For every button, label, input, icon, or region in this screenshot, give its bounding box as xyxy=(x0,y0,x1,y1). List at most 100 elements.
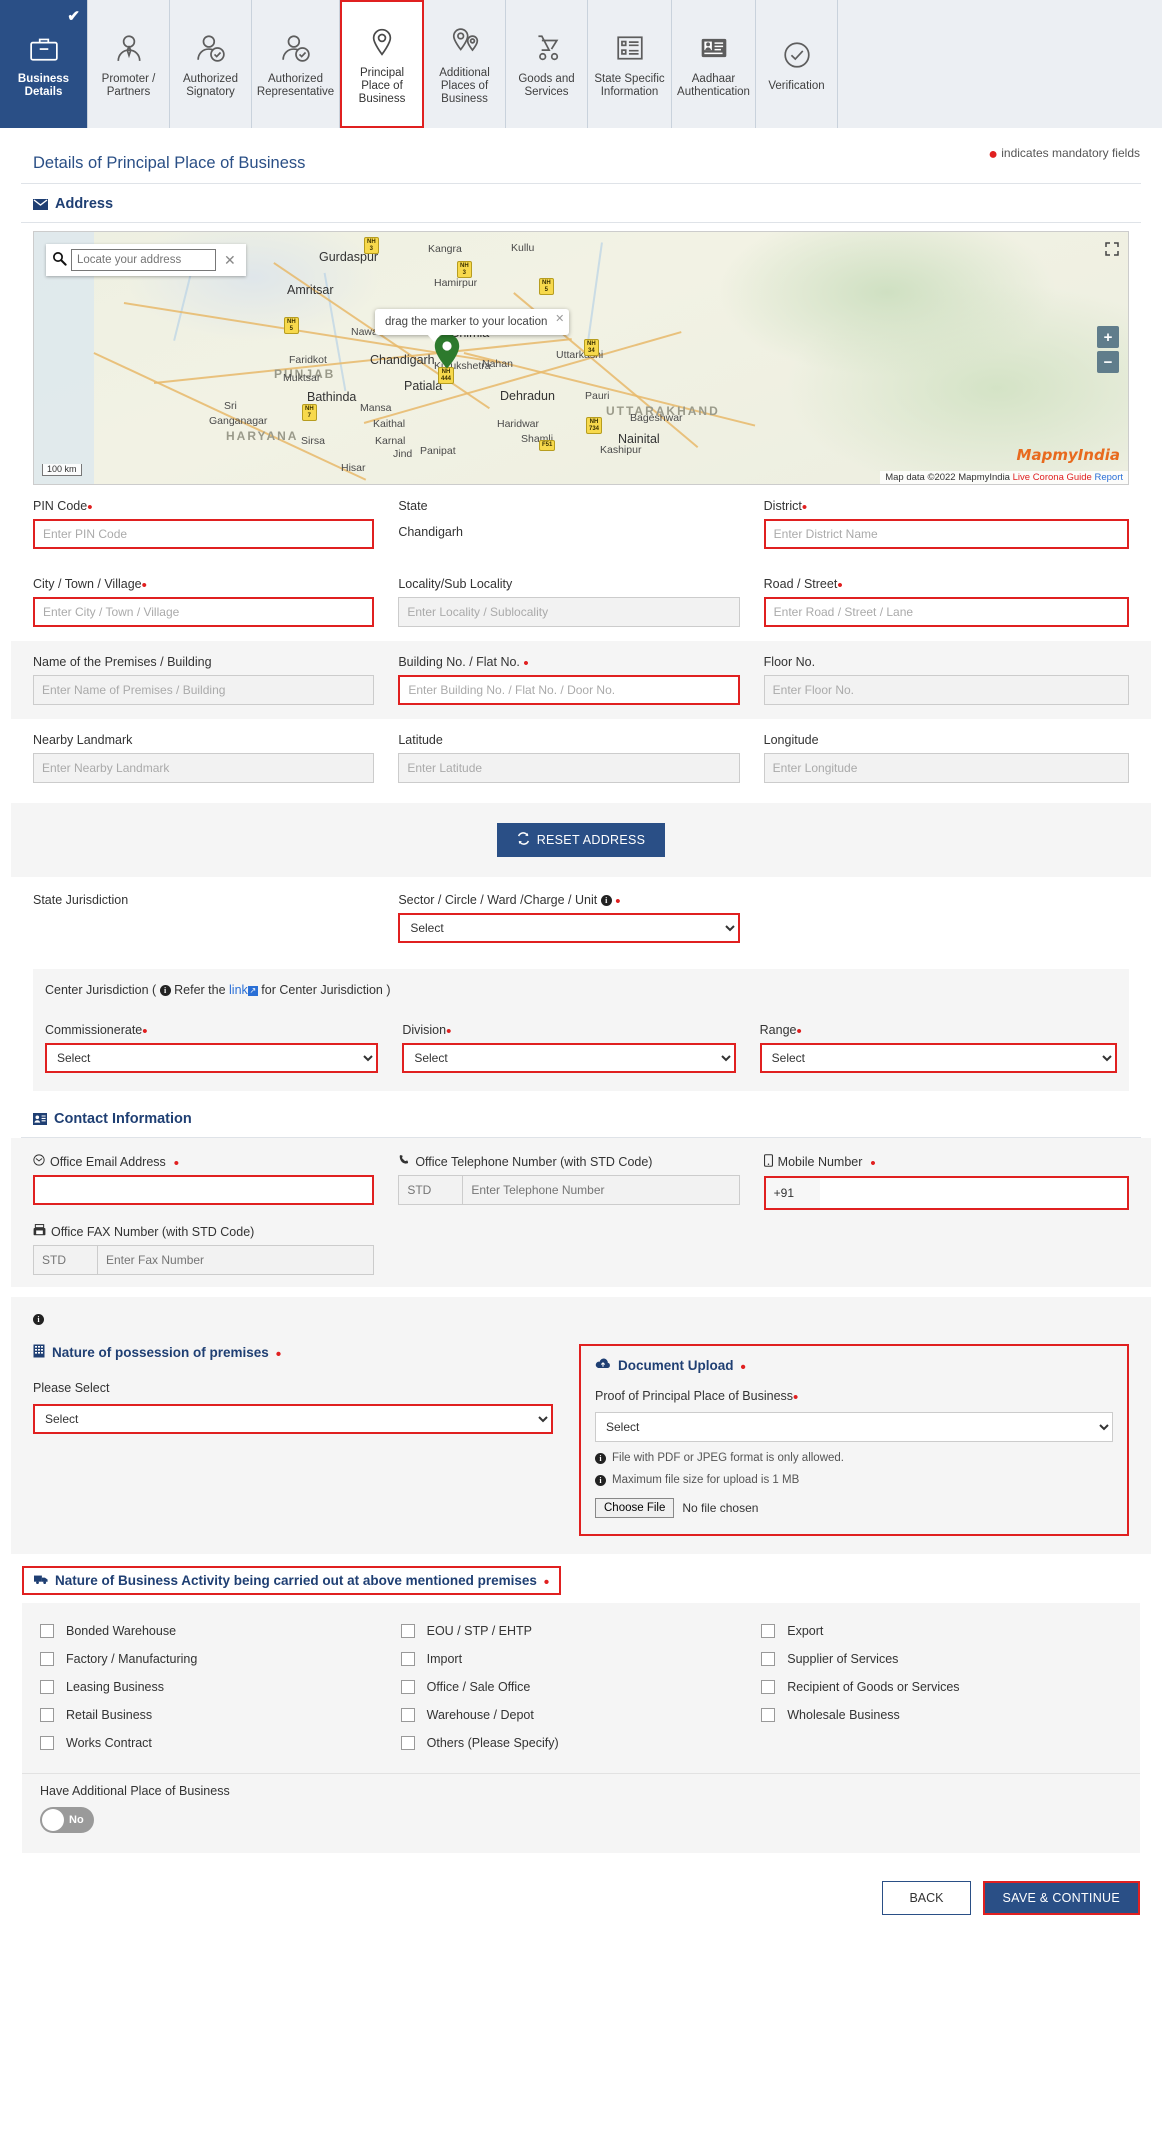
office-email-input[interactable] xyxy=(33,1175,375,1205)
activity-checkbox-item[interactable]: Import xyxy=(400,1645,762,1673)
report-link[interactable]: Report xyxy=(1094,472,1123,483)
checkbox[interactable] xyxy=(761,1680,776,1694)
fullscreen-icon[interactable] xyxy=(1105,242,1119,260)
tab-principal-place-of-business[interactable]: Principal Place of Business xyxy=(340,0,424,128)
checkbox[interactable] xyxy=(40,1708,54,1722)
checkbox[interactable] xyxy=(400,1624,415,1638)
telephone-number-input[interactable] xyxy=(462,1175,740,1205)
tab-aadhaar-authentication[interactable]: Aadhaar Authentication xyxy=(672,0,756,128)
upload-format-note: i File with PDF or JPEG format is only a… xyxy=(595,1452,1113,1464)
division-select[interactable]: Select xyxy=(402,1043,736,1073)
tab-additional-places-of-business[interactable]: Additional Places of Business xyxy=(424,0,506,128)
district-input[interactable] xyxy=(763,519,1129,549)
choose-file-button[interactable]: Choose File xyxy=(595,1498,675,1518)
activity-checkbox-item[interactable]: EOU / STP / EHTP xyxy=(400,1617,762,1645)
activity-checkbox-item[interactable]: Wholesale Business xyxy=(761,1701,1122,1729)
latitude-input[interactable] xyxy=(398,753,740,783)
sector-select[interactable]: Select xyxy=(398,913,740,943)
activity-checkbox-item[interactable]: Retail Business xyxy=(40,1701,401,1729)
checkbox[interactable] xyxy=(400,1652,415,1666)
commissionerate-select[interactable]: Select xyxy=(45,1043,379,1073)
tab-authorized-signatory[interactable]: Authorized Signatory xyxy=(170,0,252,128)
office-fax-input-group[interactable] xyxy=(33,1245,375,1275)
locality-input[interactable] xyxy=(398,597,740,627)
activity-checkbox-item[interactable]: Export xyxy=(761,1617,1122,1645)
tab-state-specific-information[interactable]: State Specific Information xyxy=(588,0,672,128)
contact-row-1: Office Email Address • Office Telephone N… xyxy=(33,1154,1129,1210)
highway-shield-icon: NH 5 xyxy=(539,278,554,295)
range-select[interactable]: Select xyxy=(759,1043,1117,1073)
checkbox[interactable] xyxy=(400,1680,415,1694)
office-telephone-input-group[interactable] xyxy=(398,1175,740,1205)
possession-select[interactable]: Select xyxy=(33,1404,553,1434)
activity-checkbox-item[interactable]: Works Contract xyxy=(40,1729,401,1757)
activity-checkbox-item[interactable]: Others (Please Specify) xyxy=(400,1729,762,1757)
premises-input[interactable] xyxy=(33,675,375,705)
live-corona-guide-link[interactable]: Live Corona Guide xyxy=(1013,472,1092,483)
mobile-input-group[interactable]: +91 xyxy=(763,1176,1129,1210)
activity-label: Export xyxy=(787,1624,824,1638)
map-zoom-in-button[interactable]: + xyxy=(1097,326,1119,348)
tab-promoter-partners[interactable]: Promoter / Partners xyxy=(88,0,170,128)
landmark-input[interactable] xyxy=(33,753,375,783)
checkbox[interactable] xyxy=(400,1736,415,1750)
map-state-label: HARYANA xyxy=(226,429,299,443)
info-icon[interactable]: i xyxy=(33,1314,44,1325)
briefcase-icon xyxy=(29,25,59,71)
checkbox[interactable] xyxy=(40,1624,54,1638)
reset-address-button[interactable]: RESET ADDRESS xyxy=(496,823,666,857)
building-no-input[interactable] xyxy=(398,675,740,705)
checkbox[interactable] xyxy=(40,1736,54,1750)
mobile-number-input[interactable] xyxy=(819,1178,1127,1208)
pin-code-input[interactable] xyxy=(33,519,375,549)
save-and-continue-button[interactable]: SAVE & CONTINUE xyxy=(982,1881,1140,1915)
map-address-search[interactable]: ✕ xyxy=(46,244,246,276)
check-circle-icon xyxy=(782,32,812,78)
fax-number-input[interactable] xyxy=(97,1245,375,1275)
activity-label: Wholesale Business xyxy=(787,1708,900,1722)
map-zoom-controls[interactable]: + − xyxy=(1097,326,1119,376)
activity-checkbox-item[interactable]: Supplier of Services xyxy=(761,1645,1122,1673)
city-input[interactable] xyxy=(33,597,375,627)
additional-place-toggle[interactable]: No xyxy=(40,1807,94,1833)
fax-spacer-2 xyxy=(764,1224,1129,1275)
telephone-std-input[interactable] xyxy=(398,1175,463,1205)
tab-goods-and-services[interactable]: Goods and Services xyxy=(506,0,588,128)
activity-checkbox-item[interactable]: Bonded Warehouse xyxy=(40,1617,401,1645)
map-zoom-out-button[interactable]: − xyxy=(1097,351,1119,373)
proof-select[interactable]: Select xyxy=(595,1412,1113,1442)
possession-sub-label: Please Select xyxy=(33,1381,110,1395)
activity-checkbox-item[interactable]: Office / Sale Office xyxy=(400,1673,762,1701)
checkbox[interactable] xyxy=(40,1680,54,1694)
floor-no-input[interactable] xyxy=(763,675,1129,705)
activity-checkbox-item[interactable]: Recipient of Goods or Services xyxy=(761,1673,1122,1701)
activity-label: EOU / STP / EHTP xyxy=(426,1624,532,1638)
fax-std-input[interactable] xyxy=(33,1245,97,1275)
office-email-label: Office Email Address • xyxy=(33,1154,179,1171)
office-fax-label: Office FAX Number (with STD Code) xyxy=(33,1224,254,1239)
tab-authorized-representative[interactable]: Authorized Representative xyxy=(252,0,340,128)
tab-business-details[interactable]: ✔ Business Details xyxy=(0,0,88,128)
checkbox[interactable] xyxy=(761,1652,776,1666)
info-icon[interactable]: i xyxy=(600,895,612,906)
activity-checkbox-item[interactable]: Warehouse / Depot xyxy=(400,1701,762,1729)
map-search-input[interactable] xyxy=(71,249,216,271)
info-icon[interactable]: i xyxy=(159,985,171,996)
clear-search-icon[interactable]: ✕ xyxy=(220,252,240,269)
center-jurisdiction-link[interactable]: link xyxy=(229,983,248,997)
checkbox[interactable] xyxy=(761,1624,776,1638)
division-group: Division• Select xyxy=(402,1023,759,1073)
back-button[interactable]: BACK xyxy=(882,1881,971,1915)
close-tooltip-icon[interactable]: ✕ xyxy=(555,312,564,325)
location-map[interactable]: PUNJAB HARYANA UTTARAKHAND Gurdaspur Kan… xyxy=(33,231,1129,485)
city-group: City / Town / Village• xyxy=(33,577,398,627)
tab-label: Promoter / Partners xyxy=(101,73,156,98)
road-input[interactable] xyxy=(763,597,1129,627)
checkbox[interactable] xyxy=(761,1708,776,1722)
activity-checkbox-item[interactable]: Factory / Manufacturing xyxy=(40,1645,401,1673)
activity-checkbox-item[interactable]: Leasing Business xyxy=(40,1673,401,1701)
tab-verification[interactable]: Verification xyxy=(756,0,838,128)
checkbox[interactable] xyxy=(40,1652,54,1666)
checkbox[interactable] xyxy=(400,1708,415,1722)
longitude-input[interactable] xyxy=(763,753,1129,783)
